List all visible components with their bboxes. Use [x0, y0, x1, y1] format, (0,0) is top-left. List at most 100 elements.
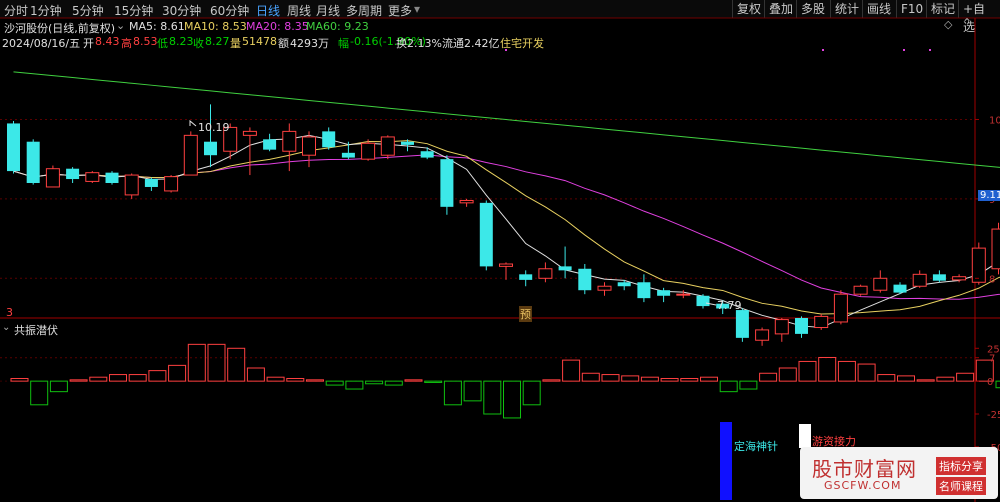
indicator-bar — [128, 374, 147, 382]
signal-dot — [505, 49, 507, 51]
indicator-bar — [424, 380, 443, 383]
indicator-bar — [463, 380, 482, 402]
indicator-bar — [384, 380, 403, 386]
candle-body — [932, 274, 946, 281]
candle-body — [952, 276, 967, 281]
watermark-url: GSCFW.COM — [824, 479, 902, 492]
indicator-bar — [916, 379, 935, 382]
indicator-bar — [995, 380, 1000, 389]
indicator-bar — [601, 374, 620, 382]
indicator-bar — [306, 379, 324, 382]
candle-body — [795, 318, 808, 334]
watermark-site: 股市财富网 — [812, 457, 917, 481]
indicator-bar — [739, 380, 758, 390]
candle-body — [755, 329, 770, 341]
options-icon[interactable]: ◇ — [944, 18, 952, 31]
candle-body — [578, 268, 592, 291]
indicator-bar — [562, 359, 581, 382]
candle-body — [499, 263, 513, 267]
indicator-bar — [837, 360, 856, 382]
indicator-bar — [227, 347, 246, 382]
indicator-bar — [325, 380, 344, 386]
candle-body — [833, 293, 848, 323]
indicator-bar — [640, 376, 659, 382]
candle-body — [971, 247, 986, 283]
indicator-bar — [286, 378, 305, 382]
indicator-bar — [542, 379, 561, 382]
watermark-logo: 股市财富网 GSCFW.COM 指标分享 名师课程 — [800, 447, 998, 499]
scroll-up-icon[interactable]: ⌃ — [962, 16, 972, 30]
signal-marker: 3 — [6, 306, 13, 319]
candle-body — [7, 123, 20, 172]
candle-body — [380, 136, 395, 156]
candle-body — [341, 152, 355, 158]
indicator-bar — [956, 372, 975, 382]
candle-body — [322, 131, 336, 148]
candle-body — [676, 293, 691, 296]
indicator-bar — [660, 378, 679, 382]
price-tick-label: 10 — [989, 115, 1000, 126]
indicator-bar — [187, 343, 206, 382]
indicator-bar — [266, 376, 285, 382]
price-tick-label: 7 — [989, 354, 995, 365]
signal-dot — [903, 49, 905, 51]
candle-body — [164, 176, 179, 192]
indicator-bar — [680, 378, 699, 382]
candle-body — [124, 174, 139, 196]
candle-body — [204, 141, 217, 156]
ma20-line — [13, 154, 1000, 300]
indicator-bar — [109, 374, 127, 382]
indicator-bar — [522, 380, 541, 406]
indicator-bar — [10, 378, 29, 382]
candles — [7, 49, 1000, 346]
candle-body — [144, 179, 158, 187]
candle-body — [696, 295, 710, 307]
indicator-bar — [503, 380, 521, 419]
indicator-bar — [778, 367, 797, 382]
candle-body — [519, 274, 533, 280]
indicator-bar — [621, 375, 640, 382]
indicator-bar — [207, 343, 226, 382]
candle-body — [912, 273, 927, 287]
candle-body — [459, 199, 474, 204]
indicator-bar — [49, 380, 68, 393]
candle-body — [893, 284, 907, 293]
indicator-title: 共振潜伏 — [14, 324, 58, 337]
kline-chart[interactable]: 10987250-25-50 — [0, 0, 1000, 502]
candle-body — [479, 202, 493, 267]
white-signal-bar — [799, 424, 811, 448]
indicator-bar — [168, 364, 187, 382]
candle-body — [637, 282, 651, 299]
forecast-marker: 预 — [519, 306, 532, 322]
ma60-line — [13, 71, 1000, 168]
indicator-tick-label: -25 — [987, 410, 1000, 421]
candle-body — [45, 168, 60, 188]
chart-grid — [0, 17, 1000, 502]
indicator-bar — [581, 372, 600, 382]
blue-signal-label: 定海神针 — [734, 440, 778, 453]
indicator-bar — [148, 370, 167, 382]
candle-body — [263, 139, 277, 150]
indicator-bar — [246, 367, 265, 382]
indicator-chevron-icon[interactable]: ⌄ — [2, 322, 10, 333]
current-price-label: 9.11 — [978, 190, 1000, 201]
price-tick-label: 8 — [989, 274, 995, 285]
candle-body — [538, 268, 553, 279]
candle-body — [66, 168, 80, 180]
candle-body — [853, 285, 868, 295]
candle-body — [657, 290, 671, 296]
candle-body — [597, 285, 612, 291]
indicator-bar — [857, 363, 876, 382]
candle-body — [873, 277, 888, 291]
indicator-bars — [10, 343, 1000, 419]
indicator-bar — [365, 380, 384, 385]
indicator-bar — [30, 380, 49, 406]
low-price-label: 7.79 — [717, 299, 742, 312]
watermark-tag-share: 指标分享 — [936, 457, 986, 475]
indicator-tick-label: 0 — [987, 377, 993, 388]
candle-body — [282, 130, 297, 152]
ma-lines — [13, 71, 1000, 329]
candle-body — [991, 228, 1000, 270]
candle-body — [440, 159, 454, 207]
candle-body — [617, 282, 631, 287]
